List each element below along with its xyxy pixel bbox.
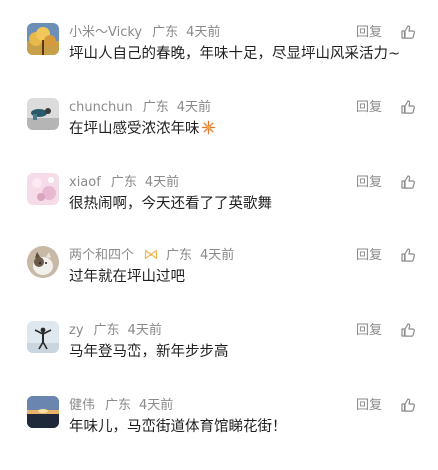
- comment-text: 过年就在坪山过吧: [69, 269, 185, 285]
- comment-item: 健伟 广东 4天前 年味儿，马峦街道体育馆睇花街！ 回复: [0, 396, 438, 470]
- timestamp: 4天前: [139, 398, 174, 413]
- timestamp: 4天前: [200, 248, 235, 263]
- comment-text: 坪山人自己的春晚，年味十足，尽显坪山风采活力~: [69, 46, 401, 62]
- location-label: 广东: [142, 100, 169, 115]
- comment-meta: zy 广东 4天前: [69, 322, 170, 340]
- comment-item: chunchun 广东 4天前 在坪山感受浓浓年味 回复: [0, 98, 438, 172]
- location-label: 广东: [93, 323, 120, 338]
- like-icon[interactable]: [400, 99, 416, 115]
- timestamp: 4天前: [127, 323, 162, 338]
- location-label: 广东: [105, 398, 132, 413]
- user-name[interactable]: chunchun: [69, 100, 133, 115]
- avatar[interactable]: [27, 98, 59, 130]
- avatar[interactable]: [27, 246, 59, 278]
- reply-button[interactable]: 回复: [356, 99, 382, 117]
- comment-meta: chunchun 广东 4天前: [69, 99, 219, 117]
- comment-meta: 健伟 广东 4天前: [69, 397, 181, 415]
- reply-button[interactable]: 回复: [356, 397, 382, 415]
- avatar[interactable]: [27, 396, 59, 428]
- like-icon[interactable]: [400, 247, 416, 263]
- reply-button[interactable]: 回复: [356, 174, 382, 192]
- user-name[interactable]: 两个和四个: [69, 248, 134, 263]
- timestamp: 4天前: [186, 25, 221, 40]
- comment-item: 小米～Vicky 广东 4天前 坪山人自己的春晚，年味十足，尽显坪山风采活力~ 回复: [0, 23, 438, 97]
- comment-text: 年味儿，马峦街道体育馆睇花街！: [69, 419, 287, 435]
- comment-text: 在坪山感受浓浓年味: [69, 118, 429, 141]
- comment-text: 马年登马峦，新年步步高: [69, 344, 229, 360]
- user-name[interactable]: zy: [69, 323, 84, 338]
- comment-meta: 两个和四个 广东 4天前: [69, 247, 242, 265]
- like-icon[interactable]: [400, 24, 416, 40]
- timestamp: 4天前: [144, 175, 180, 190]
- timestamp: 4天前: [176, 100, 212, 115]
- location-label: 广东: [152, 25, 179, 40]
- comment-item: xiaof 广东 4天前 很热闹啊，今天还看了了英歌舞 回复: [0, 173, 438, 247]
- avatar[interactable]: [27, 321, 59, 353]
- reply-button[interactable]: 回复: [356, 322, 382, 340]
- comment-text: 很热闹啊，今天还看了了英歌舞: [69, 196, 272, 212]
- user-name[interactable]: 健伟: [69, 398, 95, 413]
- location-label: 广东: [110, 175, 137, 190]
- bow-icon: [144, 248, 158, 263]
- avatar[interactable]: [27, 173, 59, 205]
- user-name[interactable]: 小米～Vicky: [69, 25, 142, 40]
- location-label: 广东: [166, 248, 193, 263]
- avatar[interactable]: [27, 23, 59, 55]
- comment-meta: xiaof 广东 4天前: [69, 174, 187, 192]
- like-icon[interactable]: [400, 322, 416, 338]
- reply-button[interactable]: 回复: [356, 24, 382, 42]
- comment-item: 两个和四个 广东 4天前 过年就在坪山过吧 回复: [0, 246, 438, 320]
- comment-item: zy 广东 4天前 马年登马峦，新年步步高 回复: [0, 321, 438, 395]
- like-icon[interactable]: [400, 397, 416, 413]
- comment-text-content: 在坪山感受浓浓年味: [69, 121, 200, 137]
- user-name[interactable]: xiaof: [69, 175, 101, 190]
- comment-meta: 小米～Vicky 广东 4天前: [69, 24, 228, 42]
- like-icon[interactable]: [400, 174, 416, 190]
- fireworks-icon: [201, 120, 216, 137]
- comment-list: 小米～Vicky 广东 4天前 坪山人自己的春晚，年味十足，尽显坪山风采活力~ 回复…: [0, 0, 438, 458]
- reply-button[interactable]: 回复: [356, 247, 382, 265]
